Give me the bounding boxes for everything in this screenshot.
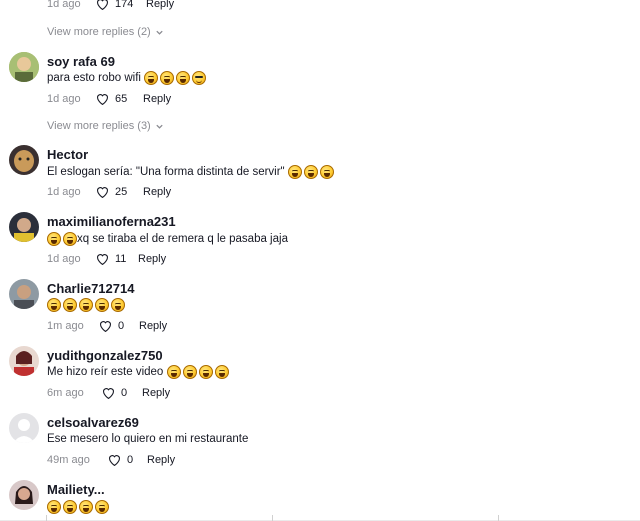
comment-time: 1d ago — [47, 93, 81, 105]
view-more-replies[interactable]: View more replies (3) — [47, 120, 164, 132]
heart-outline-icon — [109, 455, 120, 466]
like-count: 65 — [115, 93, 128, 105]
like-count: 0 — [121, 387, 128, 399]
like-button[interactable]: 0 — [99, 320, 124, 332]
comment-username[interactable]: Charlie712714 — [47, 281, 134, 296]
comment-time: 1m ago — [47, 320, 84, 332]
comment-time: 6m ago — [47, 387, 84, 399]
comment-username[interactable]: celsoalvarez69 — [47, 415, 139, 430]
like-button[interactable]: 25 — [96, 186, 127, 198]
avatar[interactable] — [9, 279, 39, 309]
avatar[interactable] — [9, 212, 39, 242]
view-more-replies[interactable]: View more replies (2) — [47, 26, 164, 38]
like-count: 0 — [127, 454, 134, 466]
comment-username[interactable]: maximilianoferna231 — [47, 214, 176, 229]
comment-username[interactable]: Mailiety... — [47, 482, 105, 497]
laughing-emoji-icon — [166, 365, 229, 379]
like-count: 25 — [115, 186, 128, 198]
avatar[interactable] — [9, 145, 39, 175]
reply-button[interactable]: Reply — [143, 93, 171, 105]
divider — [498, 515, 499, 521]
reply-button[interactable]: Reply — [143, 186, 171, 198]
chevron-down-icon — [156, 30, 163, 35]
comment-text: Ese mesero lo quiero en mi restaurante — [47, 433, 249, 445]
comment-username[interactable]: soy rafa 69 — [47, 54, 115, 69]
avatar[interactable] — [9, 480, 39, 510]
comment-time: 1d ago — [47, 186, 81, 198]
comment-text — [47, 500, 109, 514]
like-count: 0 — [118, 320, 125, 332]
heart-outline-icon — [97, 94, 108, 105]
divider — [272, 515, 273, 521]
like-button[interactable]: 0 — [108, 454, 133, 466]
heart-outline-icon — [103, 388, 114, 399]
avatar[interactable] — [9, 52, 39, 82]
like-button[interactable]: 174 — [96, 0, 133, 10]
view-more-label: View more replies (2) — [47, 26, 151, 38]
laughing-emoji-icon — [144, 71, 207, 85]
heart-outline-icon — [97, 0, 108, 10]
comment-time: 1d ago — [47, 0, 81, 10]
like-button[interactable]: 11 — [96, 253, 126, 265]
laughing-emoji-icon — [47, 232, 77, 246]
like-count: 174 — [115, 0, 134, 10]
comment-text: Me hizo reír este video — [47, 365, 229, 379]
like-button[interactable]: 0 — [102, 387, 127, 399]
comment-time: 49m ago — [47, 454, 90, 466]
heart-outline-icon — [97, 254, 108, 265]
avatar[interactable] — [9, 413, 39, 443]
like-count: 11 — [115, 253, 127, 265]
comment-text — [47, 298, 125, 312]
divider — [46, 515, 47, 521]
comment-username[interactable]: Hector — [47, 147, 88, 162]
heart-outline-icon — [97, 187, 108, 198]
reply-button[interactable]: Reply — [139, 320, 167, 332]
comment-text: El eslogan sería: "Una forma distinta de… — [47, 165, 334, 179]
view-more-label: View more replies (3) — [47, 120, 151, 132]
avatar[interactable] — [9, 346, 39, 376]
laughing-emoji-icon — [287, 165, 334, 179]
chevron-down-icon — [156, 124, 163, 129]
reply-button[interactable]: Reply — [146, 0, 174, 10]
laughing-emoji-icon — [47, 298, 125, 312]
comment-text: xq se tiraba el de remera q le pasaba ja… — [47, 232, 288, 246]
laughing-emoji-icon — [47, 500, 109, 514]
like-button[interactable]: 65 — [96, 93, 127, 105]
reply-button[interactable]: Reply — [142, 387, 170, 399]
reply-button[interactable]: Reply — [138, 253, 166, 265]
comment-username[interactable]: yudithgonzalez750 — [47, 348, 163, 363]
comment-time: 1d ago — [47, 253, 81, 265]
comment-text: para esto robo wifi — [47, 71, 207, 85]
heart-outline-icon — [100, 321, 111, 332]
reply-button[interactable]: Reply — [147, 454, 175, 466]
